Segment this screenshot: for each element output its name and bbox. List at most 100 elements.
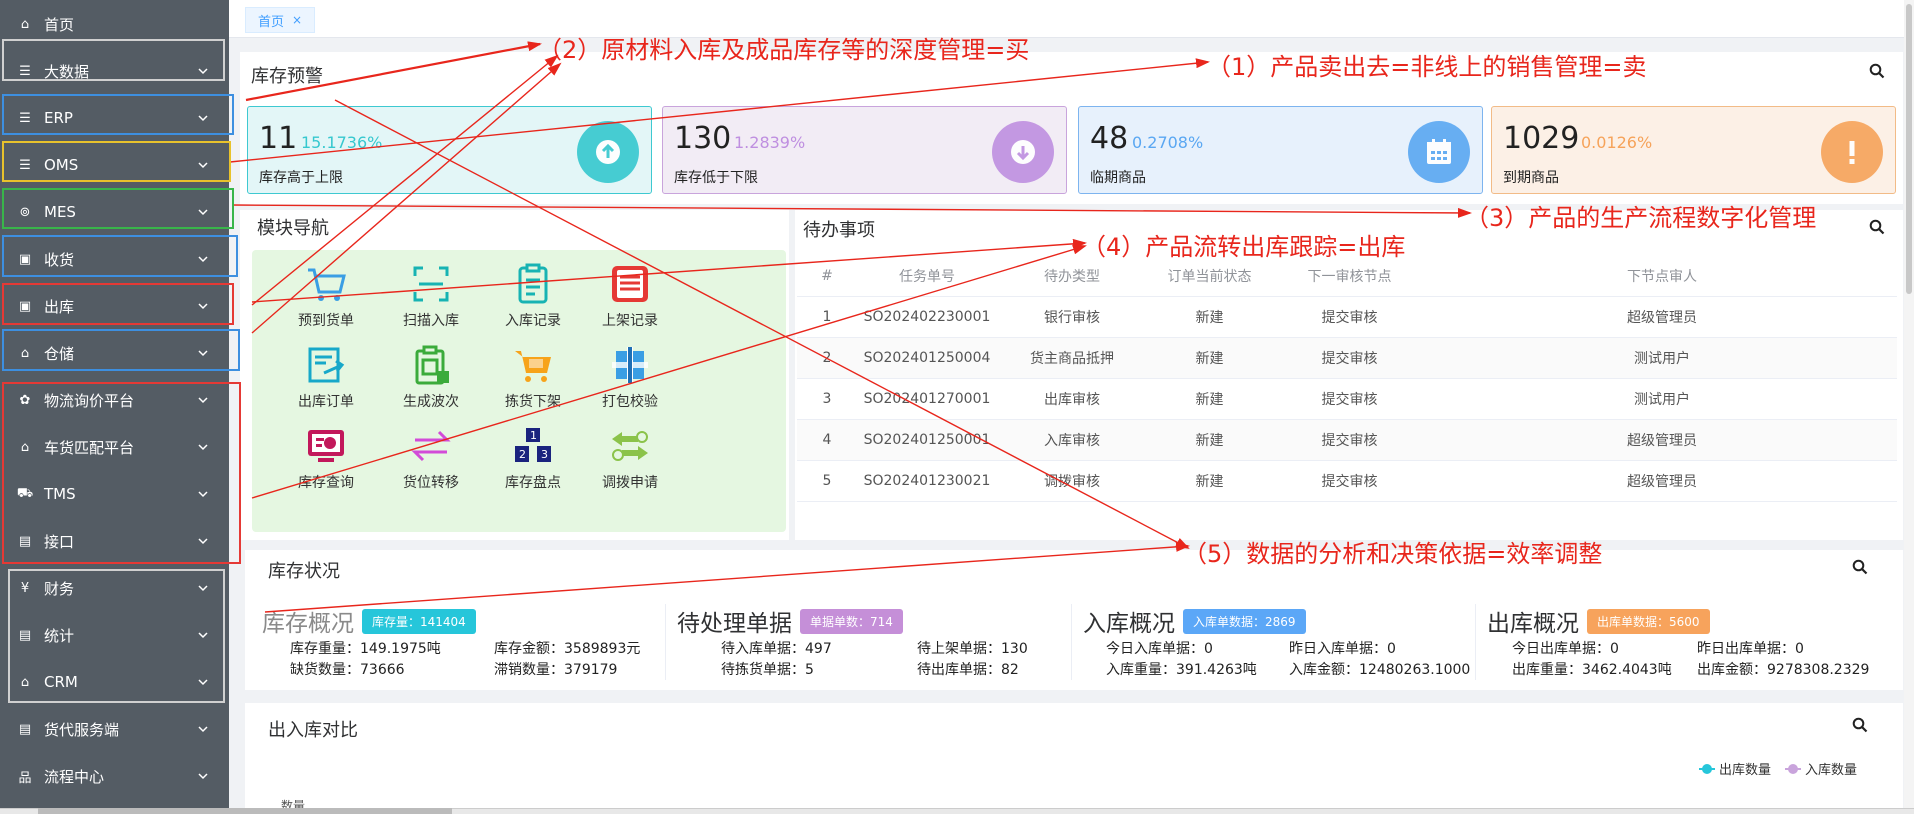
stock-warning-box[interactable]: 11 15.1736% 库存高于上限 [247,106,652,194]
svg-text:3: 3 [541,448,548,461]
legend-outbound[interactable]: 出库数量 [1699,759,1771,778]
module-outbound-order[interactable]: 出库订单 [271,343,381,411]
chevron-down-icon [197,582,209,594]
stock-status-metric: 入库重量：391.4263吨 [1106,662,1257,678]
sidebar-item-2[interactable]: ☰ ERP [0,96,229,140]
outbound-order-icon [304,343,348,387]
warning-label: 库存低于下限 [674,170,758,186]
table-cell: 超级管理员 [1427,460,1897,502]
legend-marker [1699,763,1715,775]
sidebar-item-1[interactable]: ☰ 大数据 [0,49,229,93]
stock-status-metric: 滞销数量：379179 [494,662,618,678]
module-package-check[interactable]: 打包校验 [575,343,685,411]
list-icon: ☰ [19,63,31,79]
stock-status-metric: 待上架单据：130 [917,641,1028,657]
sidebar-item-11[interactable]: ▤ 接口 [0,519,229,563]
stock-warning-box[interactable]: 130 1.2839% 库存低于下限 [662,106,1067,194]
status-badge: 单据单数：714 [800,608,903,634]
table-row[interactable]: 1 SO202402230001 银行审核 新建 提交审核 超级管理员 [797,296,1897,338]
sidebar-item-14[interactable]: ⌂ CRM [0,660,229,704]
sidebar-item-16[interactable]: 品流程中心 [0,754,229,798]
module-nav-grid: 预到货单 扫描入库 入库记录 上架记录出库订单 生成波次 拣货下架 打包校验库存查询 货位转移… [252,250,786,532]
chevron-down-icon [197,770,209,782]
sidebar-item-3[interactable]: ☰ OMS [0,143,229,187]
module-scan[interactable]: 扫描入库 [376,262,486,330]
home-icon: ⌂ [20,16,30,32]
table-cell: SO202401270001 [857,378,997,420]
stock-status-block: 待处理单据 单据单数：714 [677,604,903,638]
sidebar-item-5[interactable]: ▣ 收货 [0,237,229,281]
sidebar-item-label: 流程中心 [44,767,105,786]
table-cell: SO202401230021 [857,460,997,502]
sidebar-item-9[interactable]: ⌂ 车货匹配平台 [0,425,229,469]
legend-inbound[interactable]: 入库数量 [1785,759,1857,778]
sidebar-item-4[interactable]: ⊚ MES [0,190,229,234]
module-picking-cart[interactable]: 拣货下架 [478,343,588,411]
stock-status-head: 出库概况 出库单数据：5600 [1487,604,1710,638]
stock-warning-box[interactable]: 1029 0.0126% 到期商品 [1491,106,1896,194]
scrollbar-thumb[interactable] [38,808,452,814]
sidebar-item-label: 大数据 [44,62,90,81]
sidebar-item-label: 首页 [44,15,75,34]
settings-icon: ⊚ [19,204,31,220]
table-cell: 出库审核 [997,378,1147,420]
svg-text:1: 1 [530,429,537,442]
stock-warning-box[interactable]: 48 0.2708% 临期商品 [1078,106,1483,194]
annotation-5: （5）数据的分析和决策依据=效率调整 [1183,540,1603,568]
sidebar-item-8[interactable]: ✿ 物流询价平台 [0,378,229,422]
column-header: 下节点审人 [1427,256,1897,297]
tab-home[interactable]: 首页 × [245,7,316,33]
module-shelf-record[interactable]: 上架记录 [575,262,685,330]
stock-status-metric: 待出库单据：82 [917,662,1019,678]
table-cell: 货主商品抵押 [997,337,1147,379]
module-transfer[interactable]: 货位转移 [376,424,486,492]
module-stocktake[interactable]: 1 2 3 库存盘点 [478,424,588,492]
table-cell: SO202402230001 [857,296,997,338]
module-wave[interactable]: 生成波次 [376,343,486,411]
legend-label: 出库数量 [1719,763,1772,778]
search-icon[interactable] [1852,717,1868,733]
sidebar-item-label: OMS [44,156,79,174]
module-stock-query[interactable]: 库存查询 [271,424,381,492]
sidebar: ⌂ 首页 ☰ 大数据 ☰ ERP ☰ OMS ⊚ MES ▣ 收货 ▣ 出库 ⌂ 仓储 ✿ 物流询价平台 ⌂ 车货匹配… [0,0,229,814]
sidebar-item-15[interactable]: ▤ 货代服务端 [0,707,229,751]
cart-icon [304,262,348,306]
table-row[interactable]: 4 SO202401250001 入库审核 新建 提交审核 超级管理员 [797,419,1897,461]
close-icon[interactable]: × [292,13,302,27]
outbound-icon: ▣ [18,298,32,314]
sidebar-item-label: ERP [44,109,73,127]
search-icon[interactable] [1852,559,1868,575]
scan-icon [409,262,453,306]
sidebar-item-0[interactable]: ⌂ 首页 [0,2,229,46]
module-cart[interactable]: 预到货单 [271,262,381,330]
stock-status-metric: 出库重量：3462.4043吨 [1512,662,1672,678]
search-icon[interactable] [1869,63,1885,79]
sidebar-item-10[interactable]: ⛟ TMS [0,472,229,516]
table-cell: 5 [797,460,857,502]
module-nav-title: 模块导航 [257,218,329,239]
sidebar-item-13[interactable]: ▤ 统计 [0,613,229,657]
table-row[interactable]: 2 SO202401250004 货主商品抵押 新建 提交审核 测试用户 [797,337,1897,379]
table-row[interactable]: 3 SO202401270001 出库审核 新建 提交审核 测试用户 [797,378,1897,420]
sidebar-item-7[interactable]: ⌂ 仓储 [0,331,229,375]
transfer-icon [409,424,453,468]
stock-status-head: 入库概况 入库单数据：2869 [1083,604,1306,638]
table-row[interactable]: 5 SO202401230021 调拨审核 新建 提交审核 超级管理员 [797,460,1897,502]
logistics-icon: ✿ [19,392,31,408]
sidebar-item-label: 物流询价平台 [44,391,135,410]
sidebar-item-6[interactable]: ▣ 出库 [0,284,229,328]
list-icon: ☰ [19,110,31,126]
module-allocation[interactable]: 调拨申请 [575,424,685,492]
legend-label: 入库数量 [1805,763,1858,778]
vertical-scrollbar-thumb[interactable] [1906,4,1912,294]
table-cell: 提交审核 [1272,378,1427,420]
warning-label: 临期商品 [1090,170,1146,186]
table-cell: 提交审核 [1272,296,1427,338]
module-clipboard[interactable]: 入库记录 [478,262,588,330]
stock-status-metric: 入库金额：12480263.1000 [1289,662,1471,678]
chevron-down-icon [197,676,209,688]
exclamation-icon [1821,121,1883,183]
truck-icon: ⛟ [16,485,34,501]
sidebar-item-12[interactable]: ¥ 财务 [0,566,229,610]
search-icon[interactable] [1869,219,1885,235]
